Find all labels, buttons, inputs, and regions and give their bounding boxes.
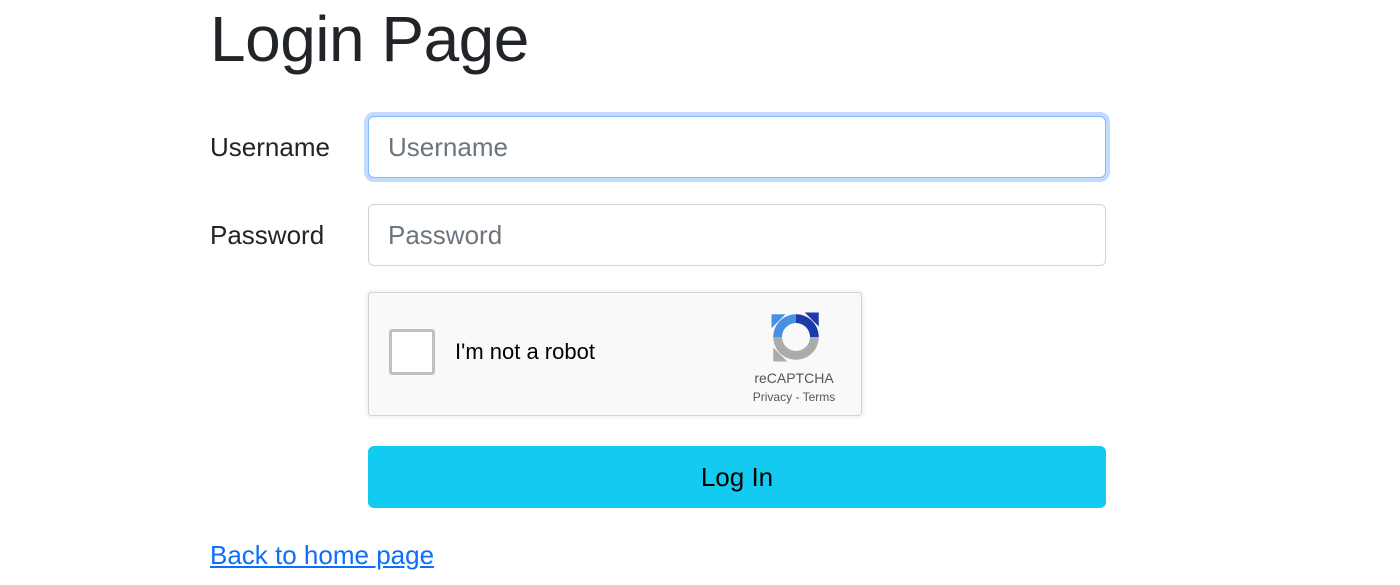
recaptcha-widget: I'm not a robot reCAPTCHA Privacy - Term… (368, 292, 862, 416)
back-to-home-link[interactable]: Back to home page (210, 538, 434, 572)
login-button[interactable]: Log In (368, 446, 1106, 508)
recaptcha-terms-link[interactable]: Terms (803, 390, 836, 404)
recaptcha-checkbox[interactable] (389, 329, 435, 375)
recaptcha-links: Privacy - Terms (729, 390, 859, 404)
username-input[interactable] (368, 116, 1106, 178)
username-row: Username (210, 116, 1110, 178)
recaptcha-checkbox-label: I'm not a robot (455, 339, 595, 364)
password-input[interactable] (368, 204, 1106, 266)
recaptcha-brand: reCAPTCHA (754, 370, 834, 386)
page-title: Login Page (210, 3, 529, 75)
password-row: Password (210, 204, 1110, 266)
username-label: Username (210, 132, 330, 162)
password-label: Password (210, 220, 325, 250)
recaptcha-links-separator: - (792, 390, 803, 404)
recaptcha-privacy-link[interactable]: Privacy (753, 390, 792, 404)
recaptcha-logo-icon (771, 312, 819, 362)
